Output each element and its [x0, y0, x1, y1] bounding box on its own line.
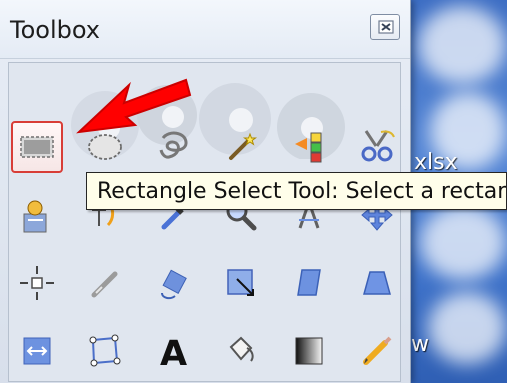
close-icon	[378, 20, 394, 34]
crop-knife-icon	[91, 271, 118, 298]
scale-icon	[227, 269, 254, 296]
tool-palette: A	[8, 62, 401, 382]
text-tool[interactable]: A	[147, 325, 199, 377]
close-button[interactable]	[370, 14, 400, 40]
rectangle-select-icon	[20, 136, 54, 158]
foreground-select-icon	[23, 200, 47, 233]
crop-tool[interactable]	[79, 257, 131, 309]
pencil-tool[interactable]	[351, 325, 400, 377]
pencil-icon	[363, 336, 392, 365]
gradient-icon	[295, 337, 323, 365]
select-by-color-icon	[295, 132, 322, 163]
rotate-tool[interactable]	[147, 257, 199, 309]
bucket-fill-tool[interactable]	[215, 325, 267, 377]
tooltip: Rectangle Select Tool: Select a rectangu	[86, 172, 507, 210]
screen: xlsx w Toolbox A Rectangle Select Tool: …	[0, 0, 507, 383]
foreground-select-tool[interactable]	[11, 189, 63, 241]
text-icon: A	[160, 334, 187, 372]
scissors-select-tool[interactable]	[351, 121, 400, 173]
desktop-cloud-4	[428, 292, 506, 364]
perspective-icon	[363, 271, 391, 295]
rotate-icon	[161, 269, 187, 300]
flip-icon	[23, 337, 51, 365]
alignment-icon	[20, 266, 54, 300]
rectangle-select-tool[interactable]	[11, 121, 63, 173]
magic-wand-icon	[229, 132, 258, 160]
perspective-tool[interactable]	[351, 257, 400, 309]
shear-tool[interactable]	[283, 257, 335, 309]
shear-icon	[297, 269, 321, 296]
tooltip-text: Rectangle Select Tool: Select a rectangu	[97, 179, 507, 204]
desktop-file-label-2[interactable]: w	[411, 332, 429, 357]
blend-tool[interactable]	[283, 325, 335, 377]
cage-transform-tool[interactable]	[79, 325, 131, 377]
window-title: Toolbox	[10, 16, 100, 44]
scissors-icon	[361, 130, 395, 162]
bucket-icon	[229, 336, 254, 362]
desktop-cloud-1	[418, 6, 506, 84]
select-by-color-tool[interactable]	[283, 121, 335, 173]
svg-text:A: A	[160, 334, 187, 372]
fuzzy-select-tool[interactable]	[215, 121, 267, 173]
desktop-cloud-3	[420, 205, 506, 280]
red-pointer-arrow-icon	[76, 78, 192, 134]
alignment-tool[interactable]	[11, 257, 63, 309]
window-titlebar[interactable]: Toolbox	[0, 0, 410, 59]
scale-tool[interactable]	[215, 257, 267, 309]
cage-icon	[89, 334, 121, 367]
flip-tool[interactable]	[11, 325, 63, 377]
